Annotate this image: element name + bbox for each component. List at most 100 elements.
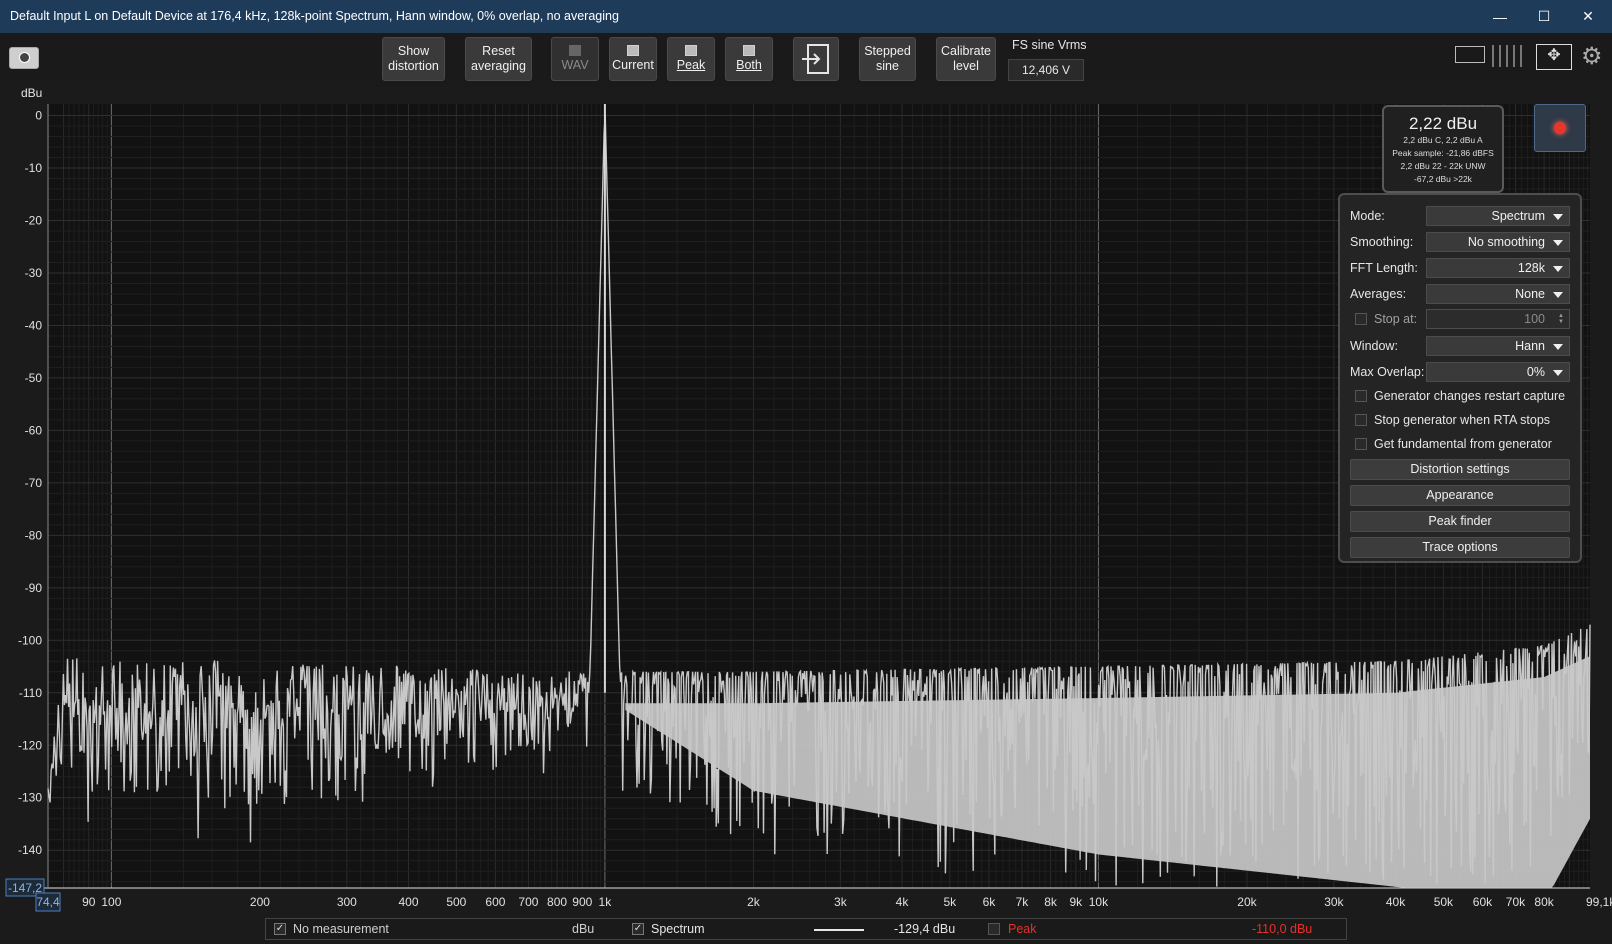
- readout-line-4: -67,2 dBu >22k: [1414, 174, 1472, 184]
- readout-line-1: 2,2 dBu C, 2,2 dBu A: [1403, 135, 1483, 145]
- calibrate-level-button[interactable]: Calibrate level: [936, 37, 996, 81]
- x-tick-label: 1k: [599, 895, 613, 909]
- fft-length-dropdown[interactable]: 128k: [1426, 258, 1570, 278]
- fs-sine-label: FS sine Vrms: [1012, 38, 1087, 52]
- reset-averaging-button[interactable]: Reset averaging: [465, 37, 532, 81]
- show-distortion-button[interactable]: Show distortion: [382, 37, 445, 81]
- input-select-button[interactable]: [793, 37, 839, 81]
- title-bar: Default Input L on Default Device at 176…: [0, 0, 1612, 34]
- trace-options-button[interactable]: Trace options: [1350, 537, 1570, 558]
- minimize-button[interactable]: —: [1478, 0, 1522, 33]
- x-tick-label: 60k: [1473, 895, 1493, 909]
- mode-label: Mode:: [1350, 209, 1385, 223]
- y-tick-label: -30: [25, 266, 43, 280]
- level-readout: 2,22 dBu 2,2 dBu C, 2,2 dBu A Peak sampl…: [1382, 105, 1504, 193]
- averages-value: None: [1515, 287, 1545, 301]
- x-tick-label: 700: [518, 895, 538, 909]
- chevron-down-icon: [1553, 214, 1563, 220]
- peak-button[interactable]: Peak: [667, 37, 715, 81]
- wav-button[interactable]: WAV: [551, 37, 599, 81]
- window-dropdown[interactable]: Hann: [1426, 336, 1570, 356]
- reset-averaging-label-2: averaging: [471, 59, 526, 73]
- show-distortion-label-2: distortion: [388, 59, 439, 73]
- stop-generator-checkbox[interactable]: [1355, 414, 1367, 426]
- max-overlap-label: Max Overlap:: [1350, 365, 1425, 379]
- fundamental-generator-label: Get fundamental from generator: [1374, 437, 1552, 451]
- smoothing-value: No smoothing: [1467, 235, 1545, 249]
- x-tick-label: 300: [337, 895, 357, 909]
- averages-dropdown[interactable]: None: [1426, 284, 1570, 304]
- fft-length-label: FFT Length:: [1350, 261, 1418, 275]
- chevron-down-icon: [1553, 240, 1563, 246]
- x-tick-label: 600: [485, 895, 505, 909]
- x-tick-label: 80k: [1534, 895, 1554, 909]
- y-tick-label: -140: [18, 843, 42, 857]
- spectrum-label: Spectrum: [651, 922, 705, 936]
- fs-sine-value[interactable]: 12,406 V: [1008, 59, 1084, 81]
- restart-capture-checkbox[interactable]: [1355, 390, 1367, 402]
- maximize-button[interactable]: ☐: [1522, 0, 1566, 33]
- y-tick-label: -60: [25, 423, 43, 437]
- x-tick-label: 200: [250, 895, 270, 909]
- window-value: Hann: [1515, 339, 1545, 353]
- distortion-settings-button[interactable]: Distortion settings: [1350, 459, 1570, 480]
- chevron-down-icon: [1553, 292, 1563, 298]
- appearance-button[interactable]: Appearance: [1350, 485, 1570, 506]
- chevron-down-icon: [1553, 370, 1563, 376]
- x-tick-label: 800: [547, 895, 567, 909]
- x-tick-label: 5k: [944, 895, 958, 909]
- x-tick-label: 2k: [747, 895, 761, 909]
- y-tick-label: -90: [25, 581, 43, 595]
- chevron-down-icon: [1553, 344, 1563, 350]
- stepped-sine-label-2: sine: [876, 59, 899, 73]
- mode-dropdown[interactable]: Spectrum: [1426, 206, 1570, 226]
- x-tick-label: 8k: [1044, 895, 1058, 909]
- single-view-icon[interactable]: [1455, 46, 1485, 63]
- peak-checkbox[interactable]: [988, 923, 1000, 935]
- stepper-arrows-icon: ▲ ▼: [1558, 313, 1564, 325]
- x-tick-label: 100: [101, 895, 121, 909]
- save-icon: [569, 45, 581, 56]
- gear-icon[interactable]: ⚙: [1581, 42, 1603, 71]
- x-tick-label: 70k: [1506, 895, 1526, 909]
- settings-panel: Mode: Spectrum Smoothing: No smoothing F…: [1338, 193, 1582, 563]
- no-measurement-checkbox[interactable]: ✓: [274, 923, 286, 935]
- x-end-label: 99,1kHz: [1586, 895, 1612, 909]
- camera-icon[interactable]: [9, 47, 39, 69]
- stepped-sine-button[interactable]: Stepped sine: [859, 37, 916, 81]
- max-overlap-value: 0%: [1526, 365, 1545, 379]
- readout-line-3: 2,2 dBu 22 - 22k UNW: [1400, 161, 1486, 171]
- y-tick-label: -130: [18, 791, 42, 805]
- smoothing-label: Smoothing:: [1350, 235, 1414, 249]
- fft-length-value: 128k: [1517, 261, 1545, 275]
- y-tick-label: -10: [25, 161, 43, 175]
- max-overlap-dropdown[interactable]: 0%: [1426, 362, 1570, 382]
- both-button[interactable]: Both: [725, 37, 773, 81]
- peak-finder-button[interactable]: Peak finder: [1350, 511, 1570, 532]
- window-title: Default Input L on Default Device at 176…: [10, 9, 619, 23]
- toolbar: Show distortion Reset averaging WAV Curr…: [0, 33, 1612, 87]
- show-distortion-label-1: Show: [397, 44, 430, 58]
- y-tick-label: -20: [25, 213, 43, 227]
- x-tick-label: 4k: [896, 895, 910, 909]
- stop-generator-label: Stop generator when RTA stops: [1374, 413, 1551, 427]
- stop-at-stepper[interactable]: 100 ▲ ▼: [1426, 309, 1570, 329]
- smoothing-dropdown[interactable]: No smoothing: [1426, 232, 1570, 252]
- multi-view-icon[interactable]: [1492, 45, 1526, 67]
- stop-at-checkbox[interactable]: [1355, 313, 1367, 325]
- current-button[interactable]: Current: [609, 37, 657, 81]
- x-tick-label: 500: [446, 895, 466, 909]
- y-tick-label: 0: [35, 109, 42, 123]
- record-button[interactable]: [1534, 104, 1586, 152]
- fit-view-icon[interactable]: ✥: [1536, 44, 1572, 70]
- spectrum-checkbox[interactable]: ✓: [632, 923, 644, 935]
- x-tick-label: 900: [572, 895, 592, 909]
- y-tick-label: -120: [18, 738, 42, 752]
- close-button[interactable]: ✕: [1566, 0, 1610, 33]
- x-start-label: 74,4: [36, 895, 60, 909]
- record-icon: [1554, 122, 1566, 134]
- restart-capture-label: Generator changes restart capture: [1374, 389, 1566, 403]
- fundamental-generator-checkbox[interactable]: [1355, 438, 1367, 450]
- both-label: Both: [736, 58, 762, 72]
- x-tick-label: 10k: [1089, 895, 1109, 909]
